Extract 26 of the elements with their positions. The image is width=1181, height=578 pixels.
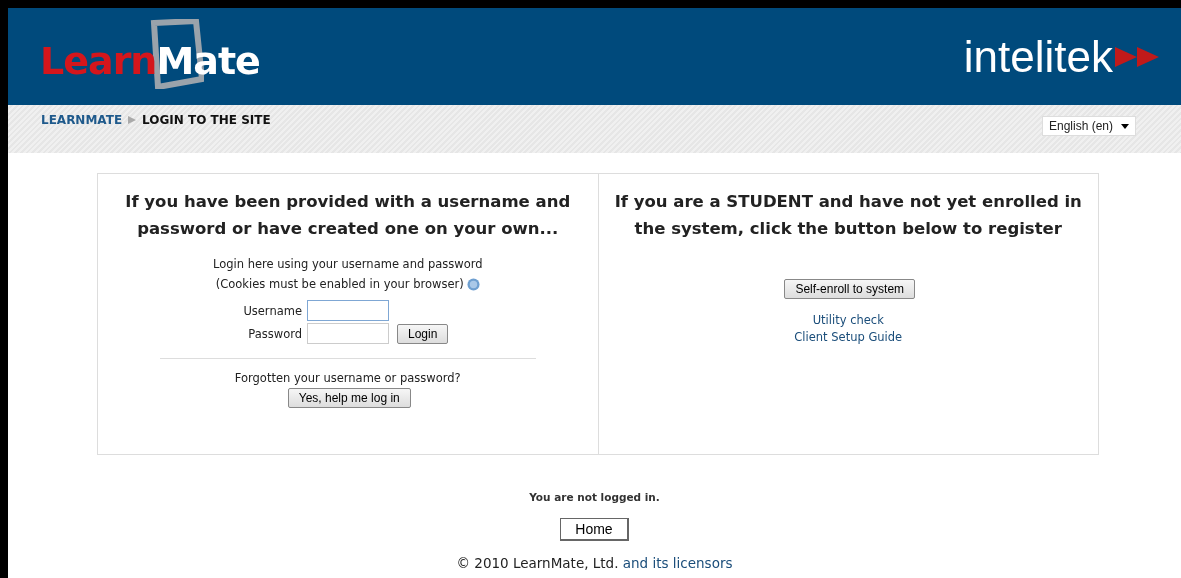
caret-icon (1121, 123, 1129, 129)
username-label: Username (242, 303, 302, 318)
help-icon[interactable] (466, 277, 480, 291)
login-intro: Login here using your username and password (213, 256, 483, 273)
home-button[interactable]: Home (560, 518, 629, 541)
cookies-note: (Cookies must be enabled in your browser) (215, 276, 464, 293)
help-login-button[interactable]: Yes, help me log in (287, 388, 411, 408)
language-select[interactable]: English (en) (1041, 116, 1136, 136)
guide-link[interactable]: Utility check (812, 313, 884, 327)
intelitek-logo: intelitek (963, 31, 1113, 82)
signup-heading: If you are a STUDENT and have not yet enrolled in the system, click the button below to register (613, 191, 1083, 240)
licensors-link[interactable]: and its licensors (622, 555, 733, 571)
username-field[interactable] (307, 300, 389, 321)
breadcrumb-item: LOGIN TO THE SITE (142, 113, 271, 127)
forgot-text: Forgotten your username or password? (234, 370, 461, 387)
login-heading: If you have been provided with a username and password or have created one on your own... (124, 191, 572, 240)
password-field[interactable] (307, 323, 389, 344)
breadcrumb-item[interactable]: LEARNMATE (41, 113, 123, 127)
login-button[interactable]: Login (397, 323, 449, 344)
password-label: Password (247, 326, 302, 341)
separator-arrow-icon (127, 115, 138, 125)
double-arrow-icon (1115, 44, 1161, 69)
login-status: You are not logged in. (529, 491, 660, 503)
self-enroll-button[interactable]: Self-enroll to system (784, 279, 916, 299)
copyright-text: © 2010 LearnMate, Ltd. (456, 555, 619, 571)
guide-link[interactable]: Client Setup Guide (794, 330, 903, 344)
